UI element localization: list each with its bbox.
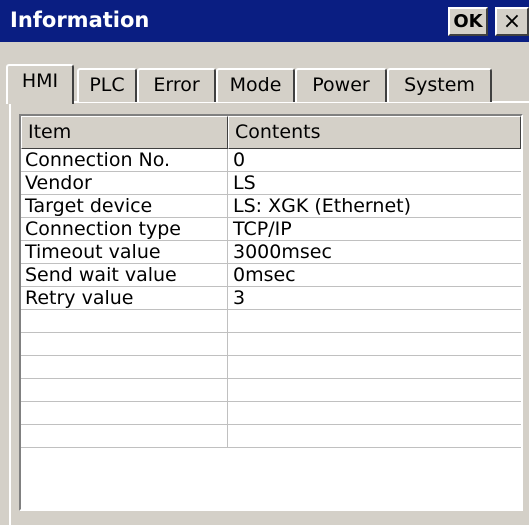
row-contents-cell [228, 425, 521, 448]
table-row[interactable]: Connection No. 0 [21, 149, 521, 172]
row-item-cell: Timeout value [21, 241, 228, 264]
row-contents-cell: 3 [228, 287, 521, 310]
row-contents-cell [228, 310, 521, 333]
column-header-item[interactable]: Item [21, 116, 228, 149]
tab-mode[interactable]: Mode [216, 68, 295, 102]
table-row[interactable] [21, 402, 521, 425]
close-button[interactable]: × [495, 7, 529, 36]
table-row[interactable] [21, 333, 521, 356]
row-item-cell: Connection No. [21, 149, 228, 172]
row-item-cell [21, 333, 228, 356]
tab-system[interactable]: System [387, 68, 492, 102]
table-row[interactable]: Timeout value 3000msec [21, 241, 521, 264]
ok-button[interactable]: OK [448, 7, 488, 36]
row-contents-cell: 0 [228, 149, 521, 172]
table-row[interactable] [21, 356, 521, 379]
table-row[interactable] [21, 379, 521, 402]
row-item-cell: Vendor [21, 172, 228, 195]
row-contents-cell [228, 356, 521, 379]
row-contents-cell [228, 402, 521, 425]
row-item-cell: Send wait value [21, 264, 228, 287]
tab-power[interactable]: Power [295, 68, 387, 102]
table-row[interactable]: Vendor LS [21, 172, 521, 195]
column-header-contents[interactable]: Contents [228, 116, 521, 149]
row-item-cell: Connection type [21, 218, 228, 241]
info-list[interactable]: Item Contents Connection No. 0 Vendor LS Tar… [19, 114, 523, 511]
table-row[interactable]: Retry value 3 [21, 287, 521, 310]
window-title: Information [10, 8, 150, 32]
row-contents-cell: 0msec [228, 264, 521, 287]
row-item-cell [21, 310, 228, 333]
row-contents-cell [228, 379, 521, 402]
tab-plc[interactable]: PLC [77, 68, 137, 102]
row-contents-cell: 3000msec [228, 241, 521, 264]
row-item-cell: Target device [21, 195, 228, 218]
tab-strip: HMI PLC Error Mode Power System [0, 64, 529, 104]
title-bar: Information OK × [0, 0, 529, 42]
row-contents-cell: LS [228, 172, 521, 195]
table-row[interactable]: Connection type TCP/IP [21, 218, 521, 241]
list-header: Item Contents [21, 116, 521, 149]
row-item-cell: Retry value [21, 287, 228, 310]
table-row[interactable]: Send wait value 0msec [21, 264, 521, 287]
row-item-cell [21, 402, 228, 425]
row-item-cell [21, 379, 228, 402]
row-item-cell [21, 356, 228, 379]
table-row[interactable] [21, 425, 521, 448]
row-contents-cell: TCP/IP [228, 218, 521, 241]
tab-hmi[interactable]: HMI [6, 64, 74, 104]
tab-error[interactable]: Error [137, 68, 216, 102]
table-row[interactable]: Target device LS: XGK (Ethernet) [21, 195, 521, 218]
row-item-cell [21, 425, 228, 448]
row-contents-cell [228, 333, 521, 356]
table-row[interactable] [21, 310, 521, 333]
row-contents-cell: LS: XGK (Ethernet) [228, 195, 521, 218]
